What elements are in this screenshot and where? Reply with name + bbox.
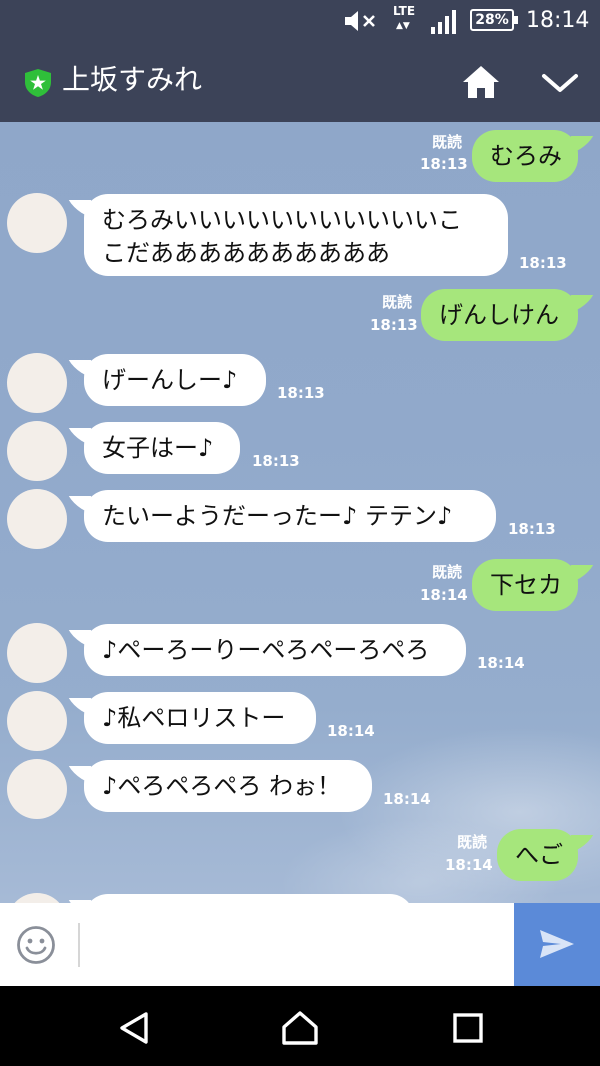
message-text: ♪ペーろーりーペろペーろペろ bbox=[102, 636, 430, 664]
message-time: 18:13 bbox=[252, 452, 300, 470]
avatar[interactable] bbox=[7, 489, 67, 549]
back-triangle-icon[interactable] bbox=[114, 1008, 154, 1048]
message-text: 下セカ bbox=[490, 571, 562, 599]
message-time: 18:14 bbox=[383, 790, 431, 808]
message-input-bar bbox=[0, 903, 600, 986]
avatar[interactable] bbox=[7, 421, 67, 481]
message-text: ♪私ペロリストー bbox=[102, 704, 286, 732]
chat-area[interactable]: 既読 18:13 むろみ むろみいいいいいいいいいいいこ こだあああああああああ… bbox=[0, 122, 600, 903]
message-input[interactable] bbox=[84, 913, 508, 978]
chevron-down-icon[interactable] bbox=[540, 66, 580, 100]
message-text: 女子はー♪ bbox=[102, 434, 214, 462]
message-text-line: こだああああああああああ bbox=[102, 239, 390, 267]
recents-square-icon[interactable] bbox=[448, 1008, 488, 1048]
message-text-line: むろみいいいいいいいいいいいこ bbox=[102, 206, 462, 234]
status-time: 18:14 bbox=[526, 8, 590, 33]
avatar[interactable] bbox=[7, 623, 67, 683]
incoming-message[interactable]: むろみいいいいいいいいいいいこ こだああああああああああ bbox=[84, 194, 508, 276]
message-text: げーんしー♪ bbox=[102, 366, 238, 394]
incoming-message[interactable]: 女子はー♪ bbox=[84, 422, 240, 474]
emoji-icon[interactable] bbox=[16, 925, 56, 965]
read-receipt: 既読 bbox=[431, 133, 462, 151]
read-receipt: 既読 bbox=[456, 833, 487, 851]
home-nav-icon[interactable] bbox=[280, 1008, 320, 1048]
message-time: 18:13 bbox=[519, 254, 567, 272]
message-time: 18:13 bbox=[370, 316, 418, 334]
chat-title: 上坂すみれ bbox=[62, 63, 203, 96]
chat-header: 上坂すみれ bbox=[0, 42, 600, 122]
message-text: げんしけん bbox=[439, 301, 559, 329]
outgoing-message[interactable]: へご bbox=[497, 829, 578, 881]
network-type: LTE bbox=[393, 4, 416, 18]
message-time: 18:14 bbox=[445, 856, 493, 874]
avatar[interactable] bbox=[7, 691, 67, 751]
incoming-message[interactable] bbox=[84, 894, 414, 903]
message-text: へご bbox=[515, 841, 563, 869]
incoming-message[interactable]: ♪私ペロリストー bbox=[84, 692, 316, 744]
home-icon[interactable] bbox=[462, 64, 500, 100]
message-time: 18:13 bbox=[508, 520, 556, 538]
outgoing-message[interactable]: むろみ bbox=[472, 130, 578, 182]
avatar[interactable] bbox=[7, 759, 67, 819]
send-button[interactable] bbox=[514, 903, 600, 986]
incoming-message[interactable]: たいーようだーったー♪ テテン♪ bbox=[84, 490, 496, 542]
read-receipt: 既読 bbox=[431, 563, 462, 581]
outgoing-message[interactable]: 下セカ bbox=[472, 559, 578, 611]
message-time: 18:13 bbox=[277, 384, 325, 402]
system-nav-bar bbox=[0, 986, 600, 1066]
status-bar: LTE ▲▼ 28% 18:14 bbox=[0, 0, 600, 42]
outgoing-message[interactable]: げんしけん bbox=[421, 289, 578, 341]
message-time: 18:14 bbox=[420, 586, 468, 604]
avatar[interactable] bbox=[7, 893, 67, 903]
send-icon bbox=[540, 930, 574, 958]
read-receipt: 既読 bbox=[381, 293, 412, 311]
mute-icon bbox=[345, 11, 375, 31]
battery-icon: 28% bbox=[470, 9, 518, 31]
message-time: 18:13 bbox=[420, 155, 468, 173]
avatar[interactable] bbox=[7, 353, 67, 413]
incoming-message[interactable]: ♪ペーろーりーペろペーろペろ bbox=[84, 624, 466, 676]
message-text: むろみ bbox=[490, 142, 562, 170]
message-text: たいーようだーったー♪ テテン♪ bbox=[102, 502, 453, 530]
data-activity-icon: ▲▼ bbox=[396, 21, 410, 31]
shield-star-icon bbox=[25, 69, 51, 97]
signal-icon bbox=[431, 10, 456, 34]
avatar[interactable] bbox=[7, 193, 67, 253]
incoming-message[interactable]: ♪ペろペろペろ わぉ！ bbox=[84, 760, 372, 812]
message-text: ♪ペろペろペろ わぉ！ bbox=[102, 772, 341, 800]
message-time: 18:14 bbox=[477, 654, 525, 672]
input-divider bbox=[78, 923, 80, 967]
incoming-message[interactable]: げーんしー♪ bbox=[84, 354, 266, 406]
message-time: 18:14 bbox=[327, 722, 375, 740]
battery-level: 28% bbox=[475, 12, 509, 28]
